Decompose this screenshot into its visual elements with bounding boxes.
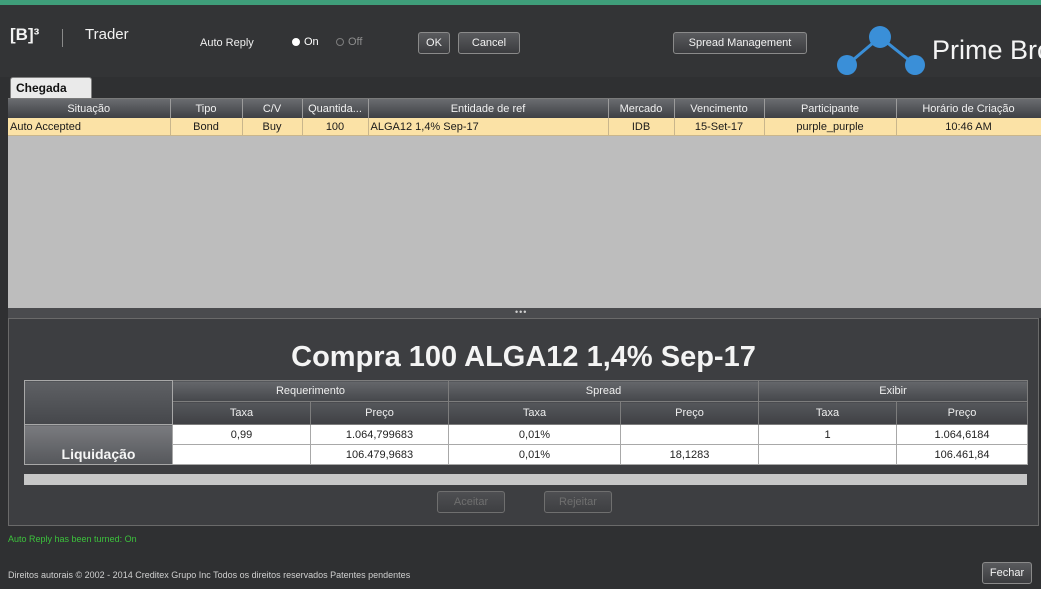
cancel-button[interactable]: Cancel	[458, 32, 520, 54]
column-header-tipo[interactable]: Tipo	[170, 99, 243, 118]
status-message: Auto Reply has been turned: On	[8, 534, 137, 544]
accept-button[interactable]: Aceitar	[437, 491, 505, 513]
brand-divider	[62, 29, 63, 47]
brand-logo: [B]³	[10, 25, 40, 44]
arrivals-grid: Situação Tipo C/V Quantida... Entidade d…	[8, 98, 1041, 309]
radio-unselected-icon	[336, 38, 344, 46]
app-header: [B]³ Trader Auto Reply On Off OK Cancel …	[0, 5, 1041, 77]
quote-corner-cell	[24, 380, 173, 425]
group-header-requerimento: Requerimento	[172, 380, 449, 402]
cell-quantidade: 100	[302, 118, 369, 136]
app-title: Trader	[85, 26, 129, 43]
cell-entidade: ALGA12 1,4% Sep-17	[368, 118, 609, 136]
quote-cell: 1.064,6184	[896, 424, 1029, 445]
cell-horario: 10:46 AM	[896, 118, 1041, 136]
column-header-cv[interactable]: C/V	[242, 99, 303, 118]
quote-cell	[758, 444, 898, 465]
cell-cv: Buy	[242, 118, 303, 136]
ok-button[interactable]: OK	[418, 32, 450, 54]
prime-brokerage-logo-icon	[837, 26, 925, 75]
quote-cell: 18,1283	[619, 444, 760, 465]
auto-reply-on-radio[interactable]: On	[292, 36, 319, 48]
quote-footer-bar	[24, 474, 1027, 485]
reject-button[interactable]: Rejeitar	[544, 491, 612, 513]
auto-reply-label: Auto Reply	[200, 37, 254, 49]
splitter-handle-icon: •••	[515, 307, 528, 317]
quote-cell: 106.461,84	[896, 444, 1029, 465]
subheader-taxa: Taxa	[448, 401, 621, 425]
quote-cell: 0,99	[172, 424, 311, 445]
radio-selected-icon	[292, 38, 300, 46]
subheader-preco: Preço	[310, 401, 449, 425]
arrivals-table: Situação Tipo C/V Quantida... Entidade d…	[8, 99, 1041, 136]
cell-mercado: IDB	[608, 118, 675, 136]
group-header-spread: Spread	[447, 380, 760, 402]
auto-reply-off-label: Off	[348, 36, 363, 48]
cell-participante: purple_purple	[764, 118, 897, 136]
close-button[interactable]: Fechar	[982, 562, 1032, 584]
subheader-taxa: Taxa	[758, 401, 898, 425]
copyright-notice: Direitos autorais © 2002 - 2014 Creditex…	[8, 570, 411, 580]
table-header-row: Situação Tipo C/V Quantida... Entidade d…	[8, 99, 1041, 118]
quote-group-header-row: Requerimento Spread Exibir	[24, 380, 1029, 425]
auto-reply-off-radio[interactable]: Off	[336, 36, 362, 48]
subheader-preco: Preço	[896, 401, 1029, 425]
cell-tipo: Bond	[170, 118, 243, 136]
quote-row: 106.479,9683 0,01% 18,1283 106.461,84	[25, 444, 1029, 465]
row-label-liquidacao: Liquidação	[24, 424, 173, 465]
quote-title: Compra 100 ALGA12 1,4% Sep-17	[291, 341, 756, 373]
quote-cell: 106.479,9683	[310, 444, 449, 465]
logo-text: Prime Brc	[932, 35, 1041, 65]
column-header-vencimento[interactable]: Vencimento	[674, 99, 765, 118]
quote-cell: 0,01%	[448, 444, 621, 465]
quote-detail-panel: Compra 100 ALGA12 1,4% Sep-17 Requerimen…	[8, 318, 1039, 526]
column-header-quantidade[interactable]: Quantida...	[302, 99, 369, 118]
subheader-taxa: Taxa	[172, 401, 311, 425]
table-row[interactable]: Auto Accepted Bond Buy 100 ALGA12 1,4% S…	[8, 118, 1041, 136]
quote-cell: 1.064,799683	[310, 424, 449, 445]
panel-splitter[interactable]: •••	[8, 307, 1041, 318]
quote-cell	[619, 424, 760, 445]
cell-vencimento: 15-Set-17	[674, 118, 765, 136]
column-header-mercado[interactable]: Mercado	[608, 99, 675, 118]
quote-cell: 1	[758, 424, 898, 445]
quote-row: Liquidação 0,99 1.064,799683 0,01% 1 1.0…	[24, 424, 1029, 465]
quote-subheader-row: Taxa Preço Taxa Preço Taxa Preço	[25, 401, 1029, 425]
column-header-horario[interactable]: Horário de Criação	[896, 99, 1041, 118]
cell-situacao: Auto Accepted	[8, 118, 171, 136]
spread-management-button[interactable]: Spread Management	[673, 32, 807, 54]
subheader-preco: Preço	[619, 401, 760, 425]
column-header-situacao[interactable]: Situação	[8, 99, 171, 118]
quote-table: Requerimento Spread Exibir Taxa Preço Ta…	[24, 380, 1029, 465]
quote-cell	[172, 444, 311, 465]
column-header-participante[interactable]: Participante	[764, 99, 897, 118]
group-header-exibir: Exibir	[758, 380, 1029, 402]
auto-reply-on-label: On	[304, 36, 319, 48]
column-header-entidade[interactable]: Entidade de ref	[368, 99, 609, 118]
quote-cell: 0,01%	[448, 424, 621, 445]
tab-chegada[interactable]: Chegada	[10, 77, 92, 98]
